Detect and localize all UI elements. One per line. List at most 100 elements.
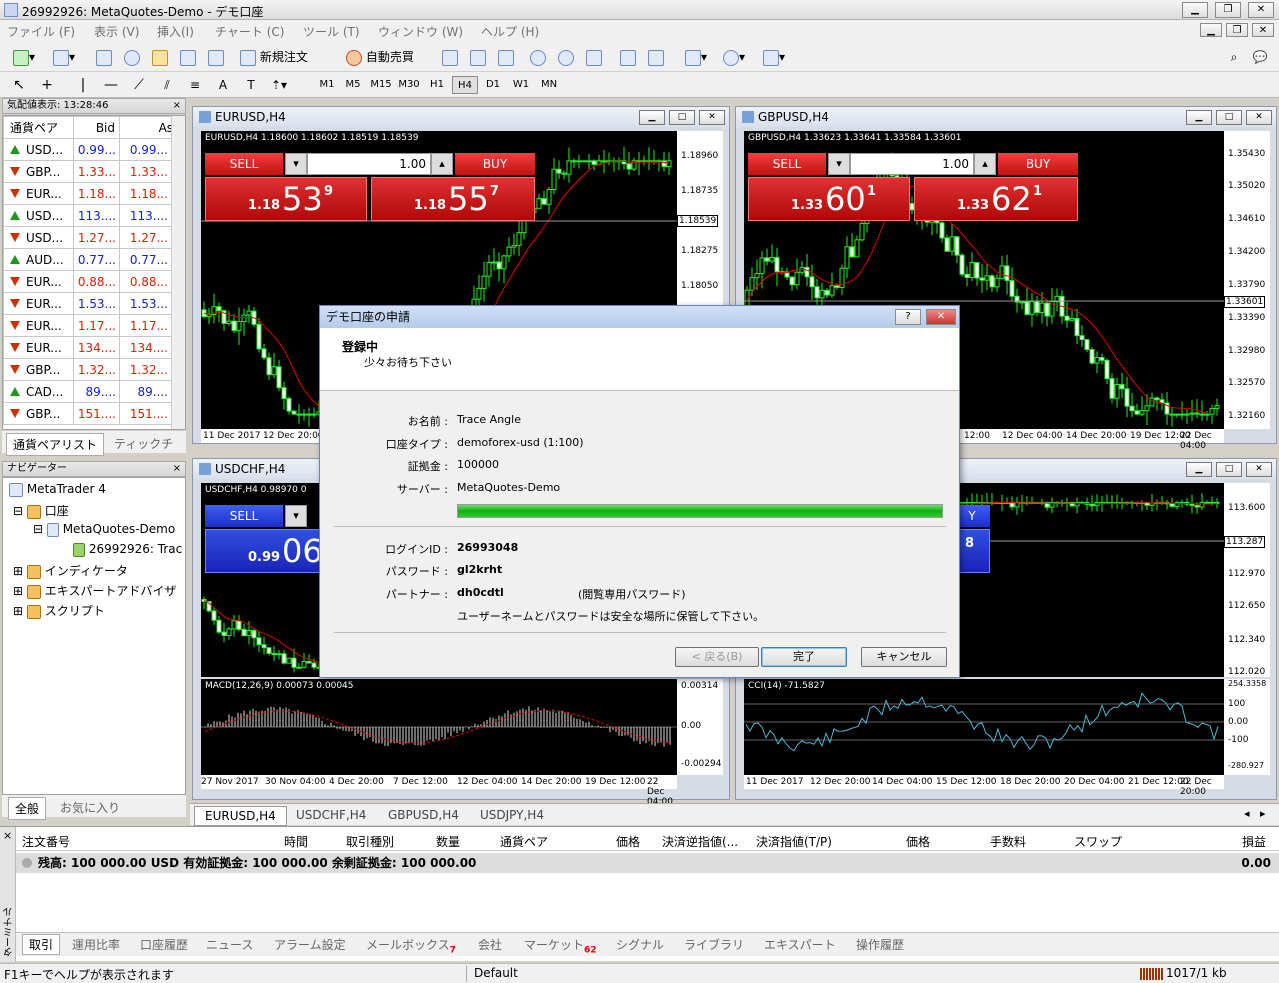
lot-size-input[interactable]: 1.00	[850, 153, 974, 175]
new-order-button[interactable]: 新規注文	[240, 47, 314, 67]
text-label-tool[interactable]: T	[238, 76, 264, 94]
market-watch-row[interactable]: USD... 113.... 113....	[3, 204, 185, 227]
tile-windows-button[interactable]	[584, 47, 604, 67]
lot-up-button[interactable]: ▴	[431, 153, 453, 175]
new-chart-button[interactable]: ▾	[8, 47, 40, 67]
child-restore-button[interactable]: ❐	[1226, 23, 1248, 37]
search-button[interactable]: ⌕	[1224, 47, 1244, 67]
macd-plot[interactable]: MACD(12,26,9) 0.00073 0.00045	[201, 679, 677, 775]
menu-file[interactable]: ファイル (F)	[7, 23, 75, 40]
lot-down-button[interactable]: ▾	[828, 153, 850, 175]
timeframe-m30[interactable]: M30	[396, 76, 422, 94]
terminal-col-header[interactable]: 決済逆指値(...	[662, 833, 738, 850]
lot-down-button[interactable]: ▾	[285, 153, 307, 175]
tree-item-accounts[interactable]: ⊟ 口座	[13, 502, 69, 519]
chart-tab-eurusd[interactable]: EURUSD,H4	[194, 806, 287, 826]
horizontal-line-tool[interactable]: —	[98, 76, 124, 94]
menu-help[interactable]: ヘルプ (H)	[481, 23, 539, 40]
terminal-col-header[interactable]: 数量	[436, 833, 460, 850]
buy-button[interactable]: BUY	[998, 153, 1078, 175]
chart-maximize-button[interactable]: □	[1216, 462, 1242, 477]
child-close-button[interactable]: ✕	[1252, 23, 1274, 37]
balance-row[interactable]: 残高: 100 000.00 USD 有効証拠金: 100 000.00 余剰証…	[16, 853, 1279, 873]
sell-price[interactable]: 1.33 60 1	[748, 177, 910, 221]
channel-tool[interactable]: ⫽	[154, 76, 180, 94]
menu-window[interactable]: ウィンドウ (W)	[378, 23, 463, 40]
terminal-col-header[interactable]: 手数料	[990, 833, 1026, 850]
chart-tab-usdjpy[interactable]: USDJPY,H4	[480, 808, 544, 822]
terminal-col-header[interactable]: 価格	[616, 833, 640, 850]
market-watch-row[interactable]: AUD... 0.77... 0.77...	[3, 248, 185, 271]
navigator-toggle[interactable]	[150, 47, 170, 67]
terminal-tab[interactable]: 会社	[478, 936, 502, 953]
menu-view[interactable]: 表示 (V)	[94, 23, 139, 40]
timeframe-m15[interactable]: M15	[368, 76, 394, 94]
tab-general[interactable]: 全般	[8, 797, 47, 820]
tree-item-scripts[interactable]: ⊞ スクリプト	[13, 602, 105, 619]
sell-price[interactable]: 1.18 53 9	[205, 177, 367, 221]
candle-chart-button[interactable]	[468, 47, 488, 67]
timeframe-d1[interactable]: D1	[480, 76, 506, 94]
chart-minimize-button[interactable]: ▁	[639, 110, 665, 125]
help-button[interactable]: ?	[895, 309, 921, 325]
market-watch-row[interactable]: GBP... 1.32... 1.32...	[3, 358, 185, 381]
bar-chart-button[interactable]	[440, 47, 460, 67]
chart-tab-gbpusd[interactable]: GBPUSD,H4	[388, 808, 459, 822]
sell-button[interactable]: SELL	[205, 153, 283, 175]
terminal-tab[interactable]: アラーム設定	[274, 936, 346, 953]
tester-toggle[interactable]	[206, 47, 226, 67]
close-icon[interactable]: ×	[173, 462, 181, 476]
terminal-col-header[interactable]: 決済指値(T/P)	[756, 833, 832, 850]
data-window-toggle[interactable]	[122, 47, 142, 67]
market-watch-row[interactable]: USD... 0.99... 0.99...	[3, 138, 185, 161]
chart-close-button[interactable]: ✕	[1246, 462, 1272, 477]
market-watch-row[interactable]: GBP... 151.... 151....	[3, 402, 185, 425]
chart-close-button[interactable]: ✕	[1246, 110, 1272, 125]
buy-price[interactable]: 1.33 62 1	[914, 177, 1078, 221]
tree-item-mt4[interactable]: MetaTrader 4	[9, 482, 106, 497]
tree-item-server[interactable]: ⊟ MetaQuotes-Demo	[33, 522, 175, 537]
trend-line-tool[interactable]: ⟋	[126, 76, 152, 94]
auto-scroll-button[interactable]	[618, 47, 638, 67]
close-icon[interactable]: ×	[173, 99, 181, 113]
tree-item-account[interactable]: 26992926: Trac	[73, 542, 182, 557]
tab-favorites[interactable]: お気に入り	[60, 799, 120, 816]
chart-maximize-button[interactable]: □	[669, 110, 695, 125]
market-watch-row[interactable]: EUR... 1.53... 1.53...	[3, 292, 185, 315]
tab-scroll-left-icon[interactable]: ◂	[1244, 807, 1250, 820]
lot-up-button[interactable]: ▴	[974, 153, 996, 175]
terminal-tab[interactable]: 操作履歴	[856, 936, 904, 953]
timeframe-h4[interactable]: H4	[452, 76, 478, 94]
sell-button[interactable]: SELL	[748, 153, 826, 175]
minimize-button[interactable]: ▁	[1182, 2, 1208, 18]
value-login[interactable]: 26993048	[457, 541, 518, 554]
market-watch-row[interactable]: EUR... 1.18... 1.18...	[3, 182, 185, 205]
col-symbol[interactable]: 通貨ペア	[3, 116, 74, 139]
periods-button[interactable]: ▾	[718, 47, 750, 67]
terminal-tab[interactable]: 取引	[22, 934, 61, 955]
lot-down-button[interactable]: ▾	[285, 505, 307, 527]
tree-item-indicators[interactable]: ⊞ インディケータ	[13, 562, 128, 579]
terminal-toggle[interactable]	[178, 47, 198, 67]
market-watch-row[interactable]: EUR... 1.17... 1.17...	[3, 314, 185, 337]
vertical-line-tool[interactable]: |	[70, 76, 96, 94]
finish-button[interactable]: 完了	[761, 647, 847, 667]
terminal-col-header[interactable]: 損益	[1242, 833, 1266, 850]
terminal-col-header[interactable]: 価格	[906, 833, 930, 850]
zoom-out-button[interactable]	[556, 47, 576, 67]
terminal-tab[interactable]: メールボックス7	[366, 936, 456, 955]
timeframe-h1[interactable]: H1	[424, 76, 450, 94]
market-watch-toggle[interactable]	[94, 47, 114, 67]
terminal-tab[interactable]: ニュース	[206, 936, 253, 953]
chart-tab-usdchf[interactable]: USDCHF,H4	[296, 808, 366, 822]
buy-button[interactable]: BUY	[455, 153, 535, 175]
menu-tools[interactable]: ツール (T)	[303, 23, 360, 40]
close-icon[interactable]: ×	[3, 829, 12, 842]
fibo-tool[interactable]: ≡	[182, 76, 208, 94]
market-watch-row[interactable]: USD... 1.27... 1.27...	[3, 226, 185, 249]
sell-button[interactable]: SELL	[205, 505, 283, 527]
chart-maximize-button[interactable]: □	[1216, 110, 1242, 125]
chart-minimize-button[interactable]: ▁	[1186, 110, 1212, 125]
col-bid[interactable]: Bid	[73, 116, 120, 139]
child-minimize-button[interactable]: ▁	[1200, 23, 1222, 37]
